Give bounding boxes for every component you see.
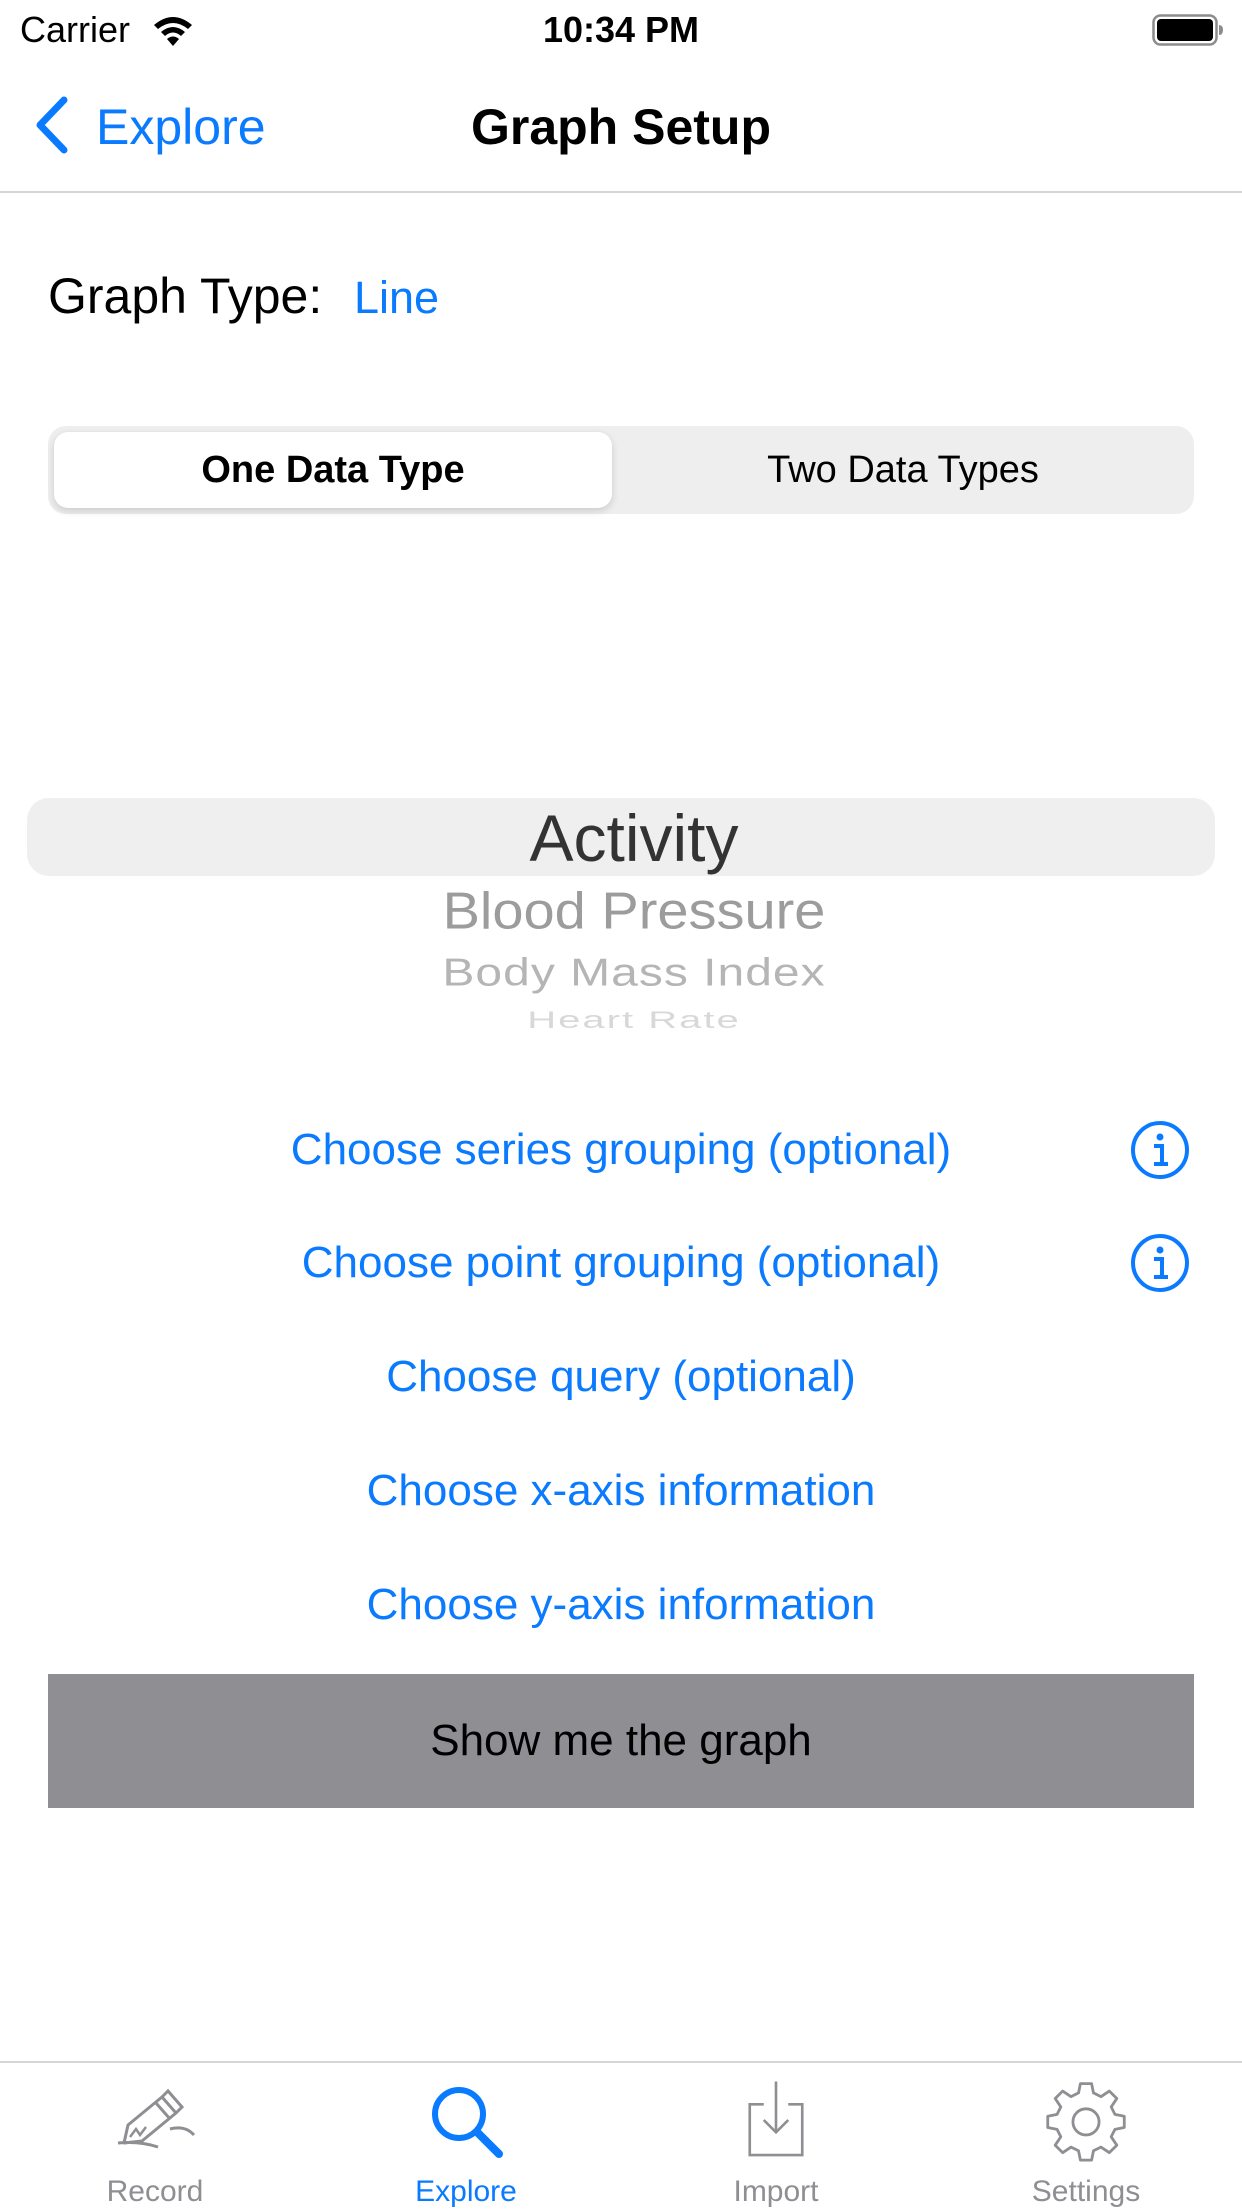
battery-icon <box>1152 14 1224 46</box>
tab-explore-label: Explore <box>415 2175 517 2208</box>
gear-icon <box>931 2070 1241 2170</box>
choose-y-axis-button[interactable]: Choose y-axis information <box>0 1575 1242 1635</box>
tab-record-label: Record <box>106 2175 204 2208</box>
picker-item-heart-rate[interactable]: Heart Rate <box>0 1010 1242 1028</box>
record-icon <box>0 2070 310 2170</box>
search-icon <box>311 2070 621 2170</box>
tab-settings[interactable]: Settings <box>931 2070 1241 2208</box>
import-icon <box>621 2070 931 2170</box>
tabbar-divider <box>0 2061 1242 2063</box>
picker-item-blood-pressure[interactable]: Blood Pressure <box>0 880 1242 941</box>
segment-one-data-type[interactable]: One Data Type <box>54 432 612 508</box>
tab-explore[interactable]: Explore <box>311 2070 621 2208</box>
choose-series-grouping-button[interactable]: Choose series grouping (optional) <box>0 1120 1242 1180</box>
series-grouping-info-icon[interactable] <box>1130 1120 1190 1180</box>
picker-item-activity[interactable]: Activity <box>0 800 1242 876</box>
choose-point-grouping-button[interactable]: Choose point grouping (optional) <box>0 1233 1242 1293</box>
segment-two-data-types[interactable]: Two Data Types <box>612 432 1194 508</box>
tab-record[interactable]: Record <box>0 2070 310 2208</box>
point-grouping-info-icon[interactable] <box>1130 1233 1190 1293</box>
nav-divider <box>0 191 1242 193</box>
page-title: Graph Setup <box>470 99 772 155</box>
picker-item-body-mass-index[interactable]: Body Mass Index <box>0 950 1242 996</box>
show-graph-button[interactable]: Show me the graph <box>48 1674 1194 1808</box>
tab-settings-label: Settings <box>1031 2175 1141 2208</box>
tab-import-label: Import <box>733 2175 819 2208</box>
tab-import[interactable]: Import <box>621 2070 931 2208</box>
choose-query-button[interactable]: Choose query (optional) <box>0 1347 1242 1407</box>
graph-type-value-button[interactable]: Line <box>354 268 439 328</box>
status-time: 10:34 PM <box>542 9 700 50</box>
graph-type-label: Graph Type: <box>48 268 323 324</box>
choose-x-axis-button[interactable]: Choose x-axis information <box>0 1461 1242 1521</box>
